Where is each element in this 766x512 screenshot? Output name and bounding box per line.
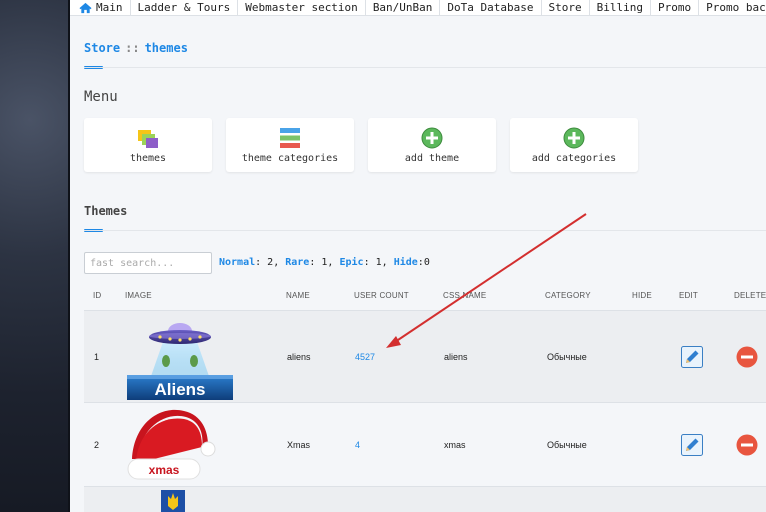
cell-category: Обычные <box>547 440 587 450</box>
edit-icon[interactable] <box>681 346 703 368</box>
normal-count: 2 <box>267 257 274 268</box>
cell-id: 2 <box>94 440 100 450</box>
nav-label: Store <box>548 1 582 14</box>
rarity-counts: Normal: 2, Rare: 1, Epic: 1, Hide:0 <box>219 257 430 268</box>
cell-category: Обычные <box>547 352 587 362</box>
column-header-name[interactable]: NAME <box>286 291 310 300</box>
divider <box>84 67 766 68</box>
add-icon <box>421 127 443 149</box>
add-icon <box>563 127 585 149</box>
nav-label: DoTa Database <box>447 1 534 14</box>
card-label: theme categories <box>241 153 339 164</box>
cell-user-count[interactable]: 4 <box>355 440 360 450</box>
ukraine-theme-image <box>161 490 185 512</box>
nav-item-promo[interactable]: Promo <box>651 0 700 15</box>
image-text: xmas <box>149 463 180 477</box>
epic-label: Epic <box>339 257 364 268</box>
themes-title: Themes <box>84 204 128 218</box>
column-header-user-count[interactable]: USER COUNT <box>354 291 409 300</box>
delete-icon[interactable] <box>736 346 758 368</box>
delete-icon[interactable] <box>736 434 758 456</box>
nav-item-ban-unban[interactable]: Ban/UnBan <box>366 0 441 15</box>
breadcrumb-separator: :: <box>125 41 140 55</box>
cell-name: Xmas <box>287 440 311 450</box>
table-row <box>84 486 766 512</box>
breadcrumb: Store:: themes <box>84 41 188 55</box>
themes-icon <box>138 130 158 148</box>
home-icon <box>79 2 92 13</box>
edit-icon[interactable] <box>681 434 703 456</box>
categories-icon <box>280 128 300 148</box>
nav-label: Ladder & Tours <box>137 1 231 14</box>
nav-label: Ban/UnBan <box>372 1 433 14</box>
rare-label: Rare <box>285 257 310 268</box>
xmas-theme-image: xmas <box>127 409 216 480</box>
hide-label: Hide <box>393 257 418 268</box>
table-row: 2 xmas Xmas 4 xmas Обычные <box>84 402 766 486</box>
nav-item-promo-background[interactable]: Promo background <box>699 0 766 15</box>
menu-title: Menu <box>84 89 118 105</box>
rare-count: 1 <box>321 257 328 268</box>
nav-item-billing[interactable]: Billing <box>590 0 651 15</box>
cell-id: 1 <box>94 352 100 362</box>
top-navigation: Main Ladder & Tours Webmaster section Ba… <box>70 0 766 16</box>
card-label: themes <box>129 153 167 164</box>
nav-item-main[interactable]: Main <box>70 0 131 15</box>
background-image <box>0 0 70 512</box>
cell-user-count[interactable]: 4527 <box>355 352 375 362</box>
nav-item-webmaster[interactable]: Webmaster section <box>238 0 366 15</box>
menu-card-theme-categories[interactable]: theme categories <box>226 118 354 172</box>
aliens-theme-image: Aliens <box>127 323 233 400</box>
column-header-hide[interactable]: HIDE <box>632 291 652 300</box>
column-header-css-name[interactable]: CSS NAME <box>443 291 486 300</box>
nav-item-dota-database[interactable]: DoTa Database <box>440 0 542 15</box>
card-label: add categories <box>531 153 617 164</box>
menu-card-add-categories[interactable]: add categories <box>510 118 638 172</box>
nav-item-ladder-tours[interactable]: Ladder & Tours <box>131 0 239 15</box>
menu-card-themes[interactable]: themes <box>84 118 212 172</box>
cell-css-name: xmas <box>444 440 466 450</box>
nav-label: Promo <box>658 1 692 14</box>
nav-item-store[interactable]: Store <box>542 0 590 15</box>
hide-count: 0 <box>423 257 430 268</box>
nav-label: Main <box>96 1 123 14</box>
column-header-delete[interactable]: DELETE <box>734 291 766 300</box>
normal-label: Normal <box>219 257 256 268</box>
menu-card-add-theme[interactable]: add theme <box>368 118 496 172</box>
epic-count: 1 <box>375 257 382 268</box>
column-header-id[interactable]: ID <box>93 291 101 300</box>
main-panel: Main Ladder & Tours Webmaster section Ba… <box>70 0 766 512</box>
column-header-image[interactable]: IMAGE <box>125 291 152 300</box>
card-label: add theme <box>404 153 460 164</box>
column-header-category[interactable]: CATEGORY <box>545 291 591 300</box>
divider <box>84 230 766 231</box>
nav-label: Billing <box>596 1 643 14</box>
breadcrumb-store-link[interactable]: Store <box>84 41 120 55</box>
breadcrumb-current[interactable]: themes <box>145 41 188 55</box>
table-row: 1 Aliens aliens 4527 aliens Обычные <box>84 310 766 402</box>
column-header-edit[interactable]: EDIT <box>679 291 698 300</box>
nav-label: Promo background <box>706 1 766 14</box>
nav-label: Webmaster section <box>245 1 358 14</box>
image-text: Aliens <box>154 380 205 399</box>
cell-name: aliens <box>287 352 311 362</box>
cell-css-name: aliens <box>444 352 468 362</box>
fast-search-input[interactable] <box>84 252 212 274</box>
